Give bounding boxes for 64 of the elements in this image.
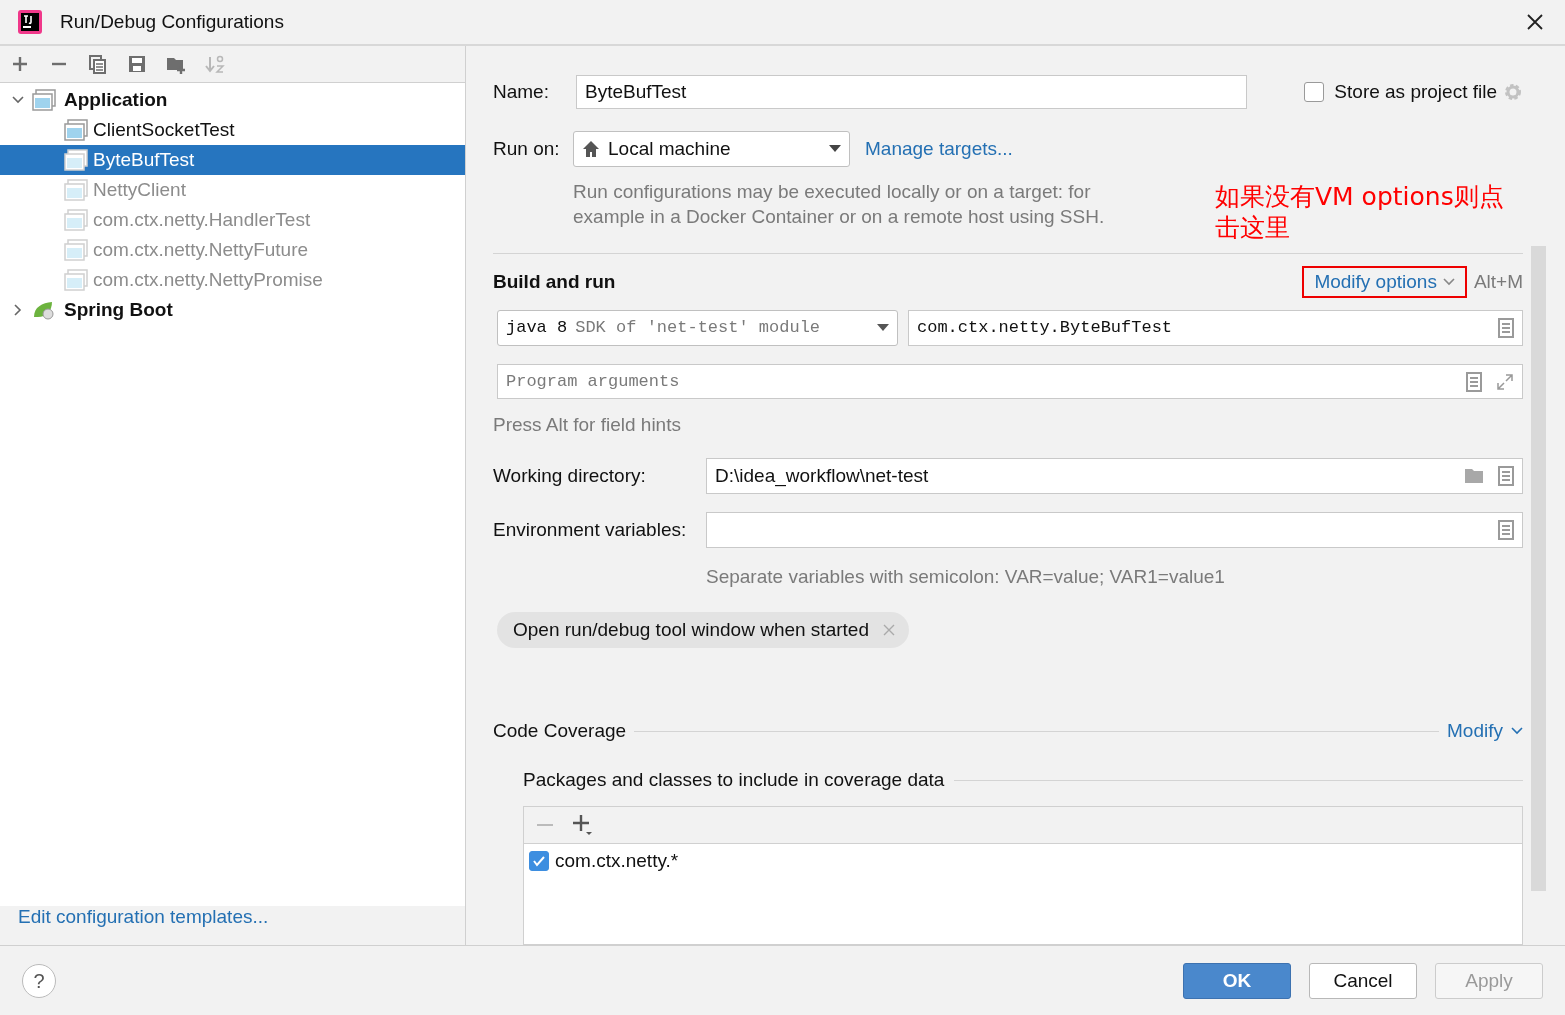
program-arguments-field[interactable]: Program arguments <box>497 364 1523 400</box>
section-title: Code Coverage <box>493 720 627 743</box>
dialog-button[interactable]: OK <box>1183 963 1291 999</box>
run-on-dropdown[interactable]: Local machine <box>573 131 850 167</box>
shortcut-label: Alt+M <box>1473 271 1523 293</box>
checkbox-label[interactable]: Store as project file <box>1334 81 1497 103</box>
environment-variables-label: Environment variables: <box>493 519 688 542</box>
note-icon[interactable] <box>1498 318 1514 338</box>
run-on-hint: Run configurations may be executed locally or on a target: for example in a Docker Container or on a remote host using SSH. <box>573 180 1106 229</box>
leaf-icon <box>32 299 56 321</box>
save-icon[interactable] <box>127 54 147 74</box>
caret-icon <box>877 324 889 332</box>
window-icon <box>64 239 88 261</box>
expand-icon[interactable] <box>1496 372 1514 391</box>
note-icon[interactable] <box>1498 466 1514 487</box>
modify-link[interactable]: Modify <box>1447 720 1503 743</box>
main-class-field[interactable]: com.ctx.netty.ByteBufTest <box>908 310 1523 346</box>
window-icon <box>64 119 88 141</box>
annotation-note: 如果没有VM options则点击这里 <box>1215 181 1505 243</box>
working-directory-field[interactable]: D:\idea_workflow\net-test <box>706 458 1523 495</box>
window-title: Run/Debug Configurations <box>60 11 285 33</box>
copy-icon[interactable] <box>88 54 108 74</box>
scrollbar[interactable] <box>1531 246 1546 891</box>
packages-label: Packages and classes to include in coverage data <box>523 769 945 792</box>
jre-value: java 8 <box>506 318 568 338</box>
tree-group-label[interactable]: Application <box>64 89 168 111</box>
modify-options-link[interactable]: Modify options <box>1314 271 1437 293</box>
chevron-down-icon <box>1442 278 1455 286</box>
field-hints-text: Press Alt for field hints <box>493 414 682 437</box>
settings-icon[interactable] <box>1503 82 1523 102</box>
manage-targets-link[interactable]: Manage targets... <box>865 138 1013 160</box>
window-icon <box>64 269 88 291</box>
package-pattern: com.ctx.netty.* <box>555 850 679 873</box>
window-icon <box>64 149 88 171</box>
checkbox[interactable] <box>529 851 549 872</box>
tree-item[interactable]: ByteBufTest <box>0 145 465 175</box>
dialog-button[interactable]: Cancel <box>1309 963 1417 999</box>
help-button[interactable]: ? <box>22 964 56 998</box>
jre-dropdown[interactable]: java 8 SDK of 'net-test' module <box>497 310 898 346</box>
environment-hint: Separate variables with semicolon: VAR=value; VAR1=value1 <box>706 566 1226 589</box>
add-icon[interactable] <box>572 814 594 837</box>
checkmark-icon <box>532 854 546 869</box>
name-label: Name: <box>493 81 550 103</box>
run-on-label: Run on: <box>493 138 561 160</box>
window-icon <box>64 179 88 201</box>
window-icon <box>32 89 56 111</box>
tree-item[interactable]: ClientSocketTest <box>0 115 465 145</box>
folder-icon[interactable] <box>1464 467 1486 486</box>
section-title: Build and run <box>493 271 617 293</box>
chevron-down-icon <box>1511 727 1523 736</box>
jre-hint: SDK of 'net-test' module <box>575 318 822 338</box>
window-icon <box>64 209 88 231</box>
app-logo-icon <box>18 10 42 34</box>
working-directory-label: Working directory: <box>493 465 647 488</box>
caret-icon <box>829 145 841 153</box>
tree-group-label[interactable]: Spring Boot <box>64 299 173 321</box>
house-icon <box>582 140 600 158</box>
note-icon[interactable] <box>1498 520 1514 541</box>
name-field[interactable]: ByteBufTest <box>576 75 1247 109</box>
checkbox[interactable] <box>1304 82 1325 102</box>
environment-variables-field[interactable] <box>706 512 1523 549</box>
option-tag[interactable]: Open run/debug tool window when started <box>497 612 909 649</box>
note-icon[interactable] <box>1466 371 1482 392</box>
add-icon[interactable] <box>10 54 30 74</box>
